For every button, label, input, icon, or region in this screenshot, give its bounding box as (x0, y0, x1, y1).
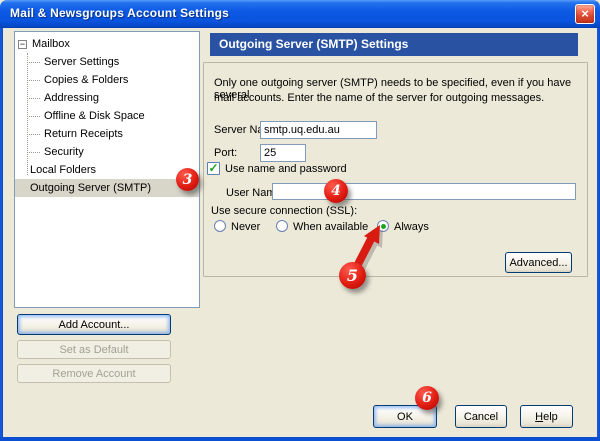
checkmark-icon: ✓ (208, 163, 218, 173)
tree-label: Offline & Disk Space (44, 110, 145, 122)
account-settings-dialog: Mail & Newsgroups Account Settings × − M… (0, 0, 600, 441)
annotation-step-4-badge: 4 (324, 179, 348, 203)
account-tree: − Mailbox Server Settings Copies & Folde… (14, 31, 200, 308)
server-name-input[interactable] (260, 121, 377, 139)
port-label: Port: (214, 147, 237, 159)
annotation-step-5-badge: 5 (339, 262, 366, 289)
advanced-button[interactable]: Advanced... (505, 252, 572, 273)
tree-label: Local Folders (30, 164, 96, 176)
use-name-password-label[interactable]: Use name and password (225, 163, 347, 175)
tree-label: Outgoing Server (SMTP) (30, 182, 151, 194)
tree-label: Copies & Folders (44, 74, 128, 86)
add-account-button[interactable]: Add Account... (17, 314, 171, 335)
sidebar-item-addressing[interactable]: Addressing (15, 89, 199, 107)
collapse-expander-icon[interactable]: − (18, 40, 27, 49)
annotation-step-6-badge: 6 (415, 386, 439, 410)
tree-label: Return Receipts (44, 128, 123, 140)
titlebar: Mail & Newsgroups Account Settings × (0, 0, 600, 28)
panel-title: Outgoing Server (SMTP) Settings (210, 33, 578, 56)
user-name-input[interactable] (272, 183, 576, 200)
sidebar-item-return-receipts[interactable]: Return Receipts (15, 125, 199, 143)
tree-label-mailbox: Mailbox (32, 35, 70, 53)
ssl-always-label[interactable]: Always (394, 221, 429, 233)
help-accel: H (535, 411, 543, 423)
sidebar-item-copies-folders[interactable]: Copies & Folders (15, 71, 199, 89)
sidebar-item-local-folders[interactable]: Local Folders (15, 161, 199, 179)
remove-account-button[interactable]: Remove Account (17, 364, 171, 383)
sidebar-item-outgoing-server-smtp[interactable]: Outgoing Server (SMTP) (15, 179, 199, 197)
sidebar-item-server-settings[interactable]: Server Settings (15, 53, 199, 71)
sidebar-item-security[interactable]: Security (15, 143, 199, 161)
window-border-left (0, 28, 3, 441)
cancel-button[interactable]: Cancel (455, 405, 507, 428)
ssl-never-label[interactable]: Never (231, 221, 260, 233)
help-button[interactable]: Help (520, 405, 573, 428)
annotation-step-3-badge: 3 (176, 168, 199, 191)
description-line2: mail accounts. Enter the name of the ser… (214, 92, 544, 104)
window-border-bottom (0, 437, 600, 441)
tree-label: Security (44, 146, 84, 158)
ssl-radio-never[interactable] (214, 220, 226, 232)
use-name-password-checkbox[interactable]: ✓ (207, 162, 220, 175)
ssl-radio-when-available[interactable] (276, 220, 288, 232)
sidebar-item-mailbox[interactable]: − Mailbox (15, 35, 199, 53)
tree-label: Server Settings (44, 56, 119, 68)
help-rest: elp (543, 411, 558, 423)
sidebar-item-offline-disk-space[interactable]: Offline & Disk Space (15, 107, 199, 125)
close-icon: × (581, 6, 589, 21)
tree-label: Addressing (44, 92, 99, 104)
window-title: Mail & Newsgroups Account Settings (10, 6, 229, 20)
close-button[interactable]: × (575, 4, 595, 24)
set-as-default-button[interactable]: Set as Default (17, 340, 171, 359)
port-input[interactable] (260, 144, 306, 162)
